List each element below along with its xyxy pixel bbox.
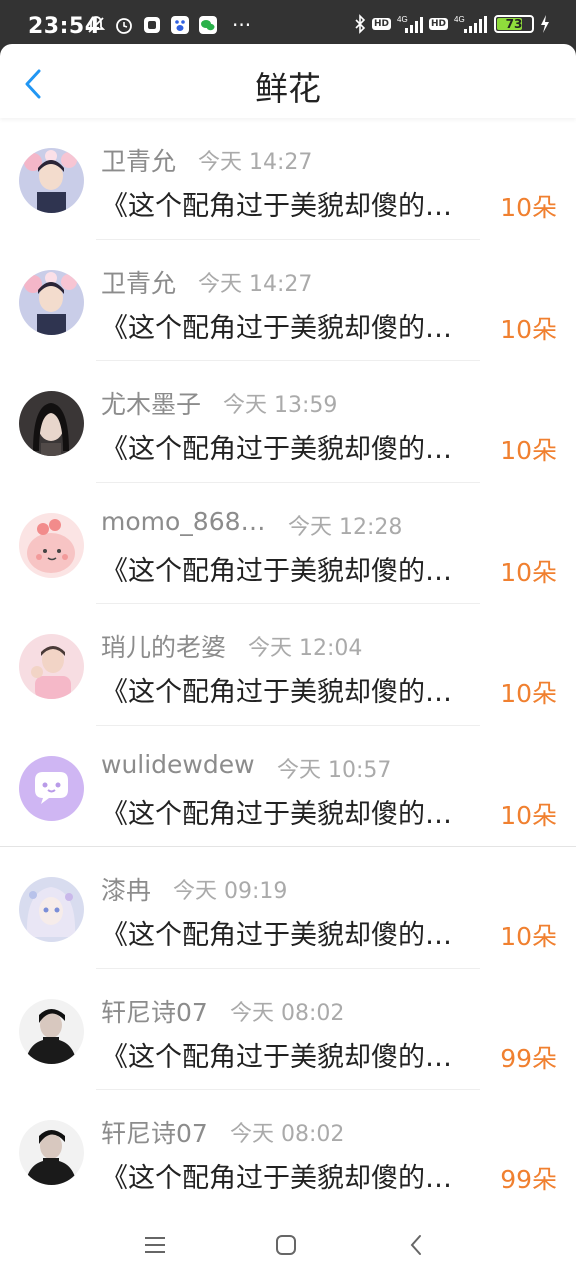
flower-count: 99朵 <box>500 1043 557 1073</box>
app-square-icon <box>144 17 160 33</box>
app-header: 鲜花 <box>0 44 576 118</box>
bluetooth-icon <box>355 14 366 34</box>
user-name[interactable]: momo_868… <box>101 507 266 536</box>
system-back-button[interactable] <box>396 1230 436 1260</box>
flower-count: 10朵 <box>500 679 557 708</box>
menu-button[interactable] <box>135 1230 175 1260</box>
page-title: 鲜花 <box>255 69 321 108</box>
book-title[interactable]: 《这个配角过于美貌却傻的… <box>101 549 499 588</box>
avatar-boy-pink[interactable] <box>19 634 84 699</box>
signal-4g-icon: 4G <box>397 15 423 33</box>
mute-bell-icon <box>86 16 106 33</box>
flower-count: 10朵 <box>500 193 557 222</box>
avatar-boy-flowers[interactable] <box>19 148 84 213</box>
list-item[interactable]: 漆冉 今天 09:19 《这个配角过于美貌却傻的… 10朵 <box>0 847 576 969</box>
book-title[interactable]: 《这个配角过于美貌却傻的… <box>101 670 499 709</box>
gift-time: 今天 09:19 <box>173 879 288 904</box>
gift-time: 今天 12:04 <box>248 636 363 661</box>
home-icon <box>276 1235 296 1255</box>
user-name[interactable]: 轩尼诗07 <box>101 993 208 1029</box>
user-name[interactable]: 轩尼诗07 <box>101 1114 208 1150</box>
user-name[interactable]: wulidewdew <box>101 750 255 779</box>
more-notifications-icon: ··· <box>232 13 252 37</box>
user-name[interactable]: 琑儿的老婆 <box>101 628 226 664</box>
signal-4g-icon-2: 4G <box>454 15 487 33</box>
gift-time: 今天 08:02 <box>230 1122 345 1147</box>
avatar-chat-bubble[interactable] <box>19 755 84 821</box>
status-notification-icons: ··· <box>86 15 251 35</box>
book-title[interactable]: 《这个配角过于美貌却傻的… <box>101 184 499 223</box>
charging-bolt-icon <box>541 15 549 33</box>
gift-time: 今天 08:02 <box>230 1000 345 1026</box>
avatar-girl-dark[interactable] <box>19 391 84 456</box>
book-title[interactable]: 《这个配角过于美貌却傻的… <box>101 1035 499 1074</box>
flower-count: 10朵 <box>500 922 557 951</box>
svg-text:4G: 4G <box>454 15 465 24</box>
book-title[interactable]: 《这个配角过于美貌却傻的… <box>101 1156 499 1195</box>
status-system-icons: HD 4G HD 4G 73 <box>354 14 550 34</box>
book-title[interactable]: 《这个配角过于美貌却傻的… <box>101 427 499 466</box>
menu-icon <box>145 1237 165 1253</box>
home-button[interactable] <box>266 1230 306 1260</box>
list-item[interactable]: 轩尼诗07 今天 08:02 《这个配角过于美貌却傻的… 99朵 <box>0 1090 576 1212</box>
back-icon <box>410 1235 421 1255</box>
svg-text:4G: 4G <box>397 15 408 24</box>
gift-time: 今天 12:28 <box>288 514 403 540</box>
list-item[interactable]: 琑儿的老婆 今天 12:04 《这个配角过于美貌却傻的… 10朵 <box>0 604 576 726</box>
battery-percent: 73 <box>505 17 523 31</box>
gift-time: 今天 14:27 <box>198 271 313 297</box>
list-item[interactable]: 尤木墨子 今天 13:59 《这个配角过于美貌却傻的… 10朵 <box>0 361 576 483</box>
list-item[interactable]: momo_868… 今天 12:28 《这个配角过于美貌却傻的… 10朵 <box>0 483 576 604</box>
baidu-paw-icon <box>171 16 189 34</box>
system-nav-bar <box>0 1210 576 1280</box>
gift-time: 今天 14:27 <box>198 150 313 175</box>
gift-time: 今天 10:57 <box>277 757 392 783</box>
avatar-anime-girl[interactable] <box>19 877 84 942</box>
user-name[interactable]: 漆冉 <box>101 871 151 907</box>
avatar-man-dark[interactable] <box>19 998 84 1064</box>
avatar-boy-flowers[interactable] <box>19 269 84 335</box>
user-name[interactable]: 卫青允 <box>101 264 176 300</box>
flower-count: 10朵 <box>500 800 557 830</box>
battery-indicator: 73 <box>494 15 534 33</box>
list-item[interactable]: 卫青允 今天 14:27 《这个配角过于美貌却傻的… 10朵 <box>0 118 576 240</box>
alarm-clock-icon <box>116 18 132 34</box>
flower-count: 10朵 <box>500 436 557 465</box>
user-name[interactable]: 尤木墨子 <box>101 385 201 421</box>
wechat-icon <box>199 16 217 34</box>
book-title[interactable]: 《这个配角过于美貌却傻的… <box>101 792 499 831</box>
flower-count: 10朵 <box>500 557 557 587</box>
list-item[interactable]: 轩尼诗07 今天 08:02 《这个配角过于美貌却傻的… 99朵 <box>0 969 576 1090</box>
flower-count: 99朵 <box>500 1165 557 1194</box>
list-item[interactable]: wulidewdew 今天 10:57 《这个配角过于美貌却傻的… 10朵 <box>0 726 576 847</box>
user-name[interactable]: 卫青允 <box>101 142 176 178</box>
list-item[interactable]: 卫青允 今天 14:27 《这个配角过于美貌却傻的… 10朵 <box>0 240 576 361</box>
flower-gift-list: 卫青允 今天 14:27 《这个配角过于美貌却傻的… 10朵 卫青允 今天 14:27 《这… <box>0 118 576 1212</box>
gift-time: 今天 13:59 <box>223 393 338 418</box>
avatar-pink-cartoon[interactable] <box>19 512 84 578</box>
avatar-man-dark[interactable] <box>19 1120 84 1185</box>
book-title[interactable]: 《这个配角过于美貌却傻的… <box>101 913 499 952</box>
book-title[interactable]: 《这个配角过于美貌却傻的… <box>101 306 499 345</box>
hd-badge: HD <box>371 18 391 30</box>
flower-count: 10朵 <box>500 314 557 344</box>
hd-badge-2: HD <box>428 18 448 30</box>
